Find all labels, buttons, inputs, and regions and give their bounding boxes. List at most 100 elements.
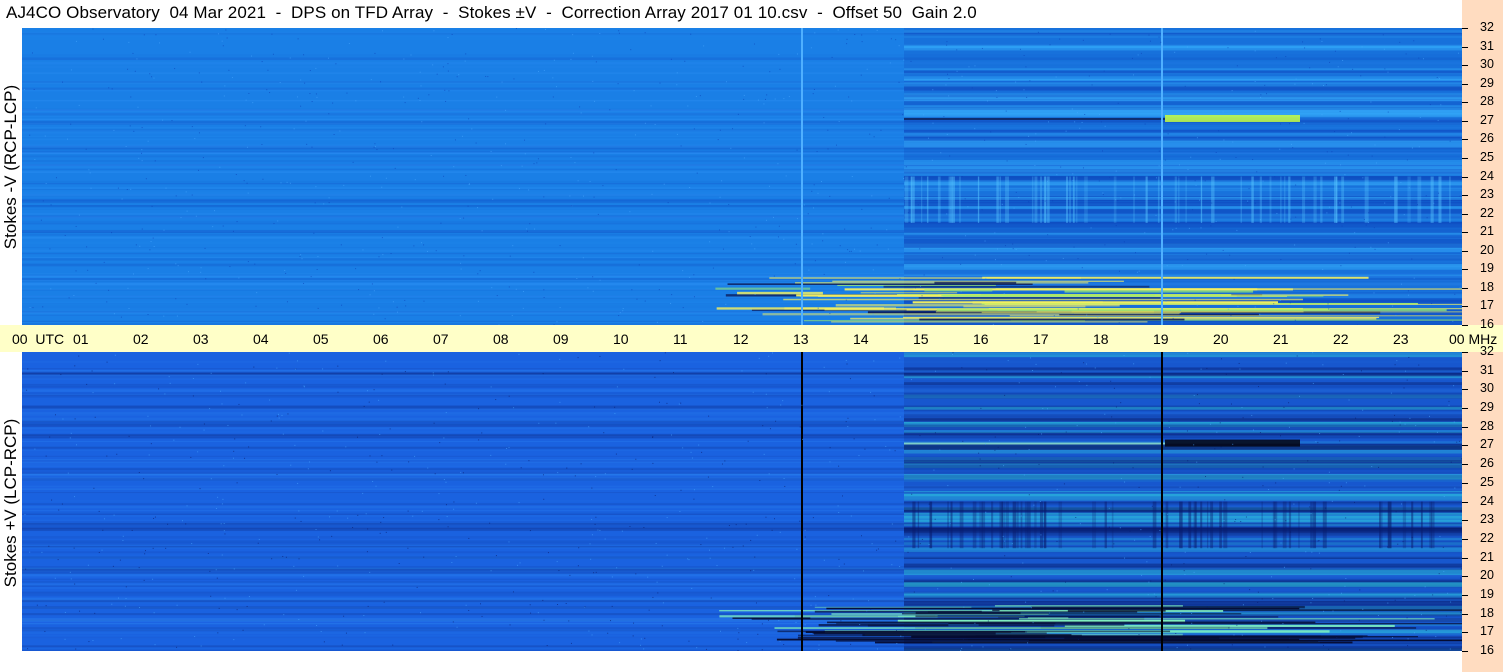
noise-speckle [874,292,876,294]
noise-speckle [838,512,840,514]
noise-speckle [1032,622,1034,624]
noise-speckle [690,33,692,35]
noise-speckle [298,619,300,621]
noise-speckle [1260,94,1262,96]
noise-speckle [243,180,245,182]
interference-streak [1016,501,1019,549]
noise-speckle [1035,133,1037,135]
noise-speckle [873,136,875,138]
utc-tick-label: 16 [973,331,989,347]
noise-speckle [1193,394,1195,396]
noise-speckle [725,81,727,83]
noise-speckle [1283,528,1285,530]
noise-speckle [664,352,666,354]
noise-speckle [1161,161,1163,163]
daytime-band [904,140,1462,143]
noise-speckle [750,570,752,572]
noise-speckle [1098,114,1100,116]
noise-speckle [907,212,909,214]
noise-speckle [932,122,934,124]
noise-speckle [190,456,192,458]
noise-speckle [304,82,306,84]
noise-speckle [934,370,936,372]
noise-speckle [633,90,635,92]
noise-speckle [1254,50,1256,52]
noise-speckle [1442,546,1444,548]
noise-speckle [903,59,905,61]
noise-speckle [763,103,765,105]
frequency-tick-mark [1462,613,1468,615]
noise-speckle [1155,214,1157,216]
noise-speckle [742,545,744,547]
noise-speckle [1187,168,1189,170]
noise-speckle [644,32,646,34]
noise-speckle [1387,602,1389,604]
noise-speckle [430,154,432,156]
noise-speckle [773,275,775,277]
frequency-tick-mark [1462,250,1468,252]
noise-speckle [1055,76,1057,78]
frequency-tick-label: 24 [1480,168,1494,183]
interference-streak [1058,501,1063,549]
noise-speckle [1331,151,1333,153]
noise-speckle [1083,611,1085,613]
noise-speckle [1117,102,1119,104]
noise-speckle [285,272,287,274]
noise-speckle [981,209,983,211]
noise-speckle [1450,601,1452,603]
noise-speckle [245,382,247,384]
noise-speckle [222,45,224,47]
noise-speckle [271,33,273,35]
interference-streak [1269,176,1272,223]
noise-speckle [173,439,175,441]
noise-speckle [853,248,855,250]
noise-speckle [432,372,434,374]
noise-speckle [209,570,211,572]
interference-streak [999,501,1003,549]
noise-speckle [1072,313,1074,315]
noise-speckle [75,40,77,42]
utc-tick-label: 02 [133,331,149,347]
noise-speckle [122,540,124,542]
rfi-line [981,311,1181,314]
noise-speckle [300,254,302,256]
noise-speckle [1048,121,1050,123]
noise-speckle [1214,448,1216,450]
noise-speckle [889,62,891,64]
frequency-tick-label: 27 [1480,437,1494,452]
noise-speckle [379,532,381,534]
noise-speckle [1259,313,1261,315]
noise-speckle [1274,519,1276,521]
noise-speckle [139,245,141,247]
frequency-tick-label: 22 [1480,205,1494,220]
noise-speckle [289,182,291,184]
noise-speckle [1155,596,1157,598]
utc-tick-label: 17 [1033,331,1049,347]
noise-speckle [23,88,25,90]
noise-speckle [86,383,88,385]
utc-tick-label: 05 [313,331,329,347]
noise-speckle [153,77,155,79]
noise-speckle [130,188,132,190]
daytime-band [904,593,1462,597]
noise-speckle [410,54,412,56]
noise-speckle [1108,507,1110,509]
noise-speckle [676,72,678,74]
noise-speckle [1124,557,1126,559]
noise-speckle [1363,218,1365,220]
noise-speckle [475,502,477,504]
noise-speckle [1289,123,1291,125]
noise-speckle [1222,111,1224,113]
interference-streak [1047,176,1050,223]
noise-speckle [257,542,259,544]
time-marker-line [1161,352,1163,651]
daytime-band [904,493,1462,497]
noise-speckle [724,547,726,549]
noise-speckle [766,407,768,409]
noise-speckle [465,604,467,606]
daytime-band [904,418,1462,422]
noise-speckle [644,300,646,302]
noise-speckle [631,289,633,291]
noise-speckle [696,172,698,174]
daytime-band [904,141,1462,148]
